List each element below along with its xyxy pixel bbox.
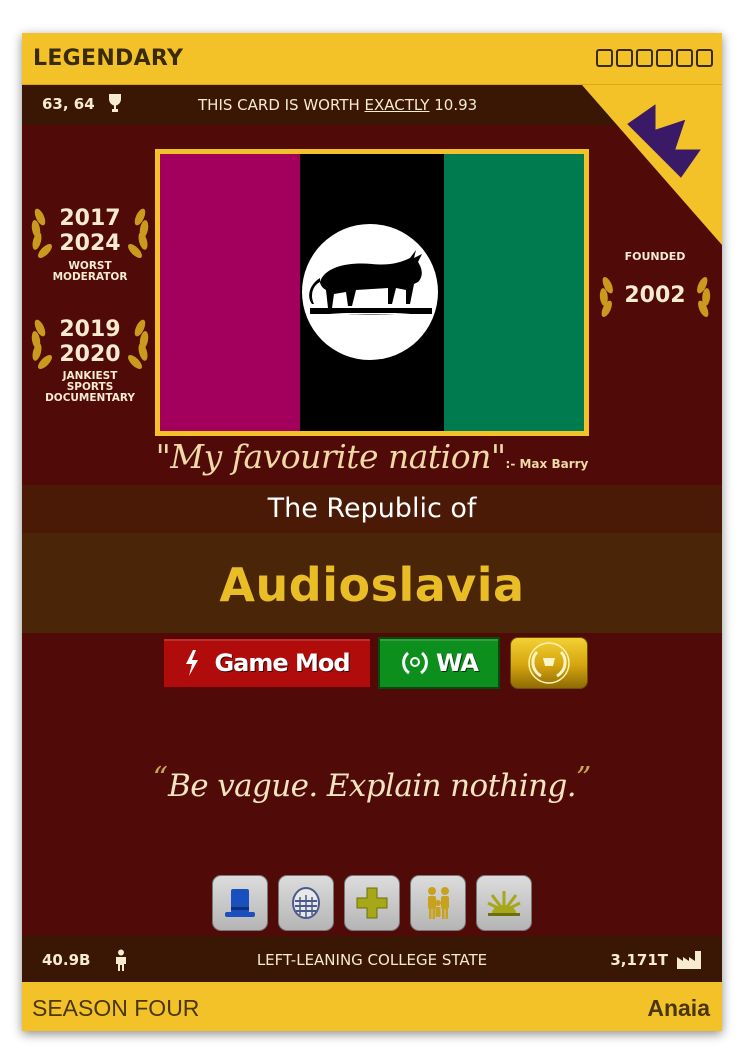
nation-card: LEGENDARY 63, 64 THIS CARD IS WORTH EXAC… — [22, 33, 722, 1031]
card-worth: THIS CARD IS WORTH EXACTLY 10.93 — [198, 96, 477, 114]
name-band: Audioslavia — [22, 533, 722, 633]
nation-pretitle: The Republic of — [267, 493, 477, 524]
game-mod-label: Game Mod — [214, 649, 350, 677]
game-mod-badge[interactable]: Game Mod — [162, 637, 372, 689]
badge-year: 2024 — [59, 231, 121, 256]
badge-year: 2020 — [59, 342, 121, 367]
badge-label: DOCUMENTARY — [45, 392, 135, 404]
sunrise-icon — [487, 891, 521, 916]
worth-value: 10.93 — [434, 96, 478, 114]
nation-motto: Be vague. Explain nothing. — [168, 768, 577, 804]
card-rank: 63, 64 — [42, 95, 95, 113]
award-badge-jankiest-sports-documentary: 2019 2020 JANKIEST SPORTS DOCUMENTARY — [26, 312, 154, 422]
founded-label: FOUNDED — [624, 250, 686, 263]
nation-flag — [160, 154, 584, 431]
policy-family[interactable] — [410, 875, 466, 931]
rarity-box — [656, 49, 673, 67]
policy-sunrise[interactable] — [476, 875, 532, 931]
award-badge-worst-moderator: 2017 2024 WORST MODERATOR — [26, 201, 154, 293]
stats-row: 40.9B LEFT-LEANING COLLEGE STATE 3,171T — [22, 936, 722, 982]
rarity-box — [596, 49, 613, 67]
worth-prefix: THIS CARD IS WORTH — [198, 96, 360, 114]
stadium-icon — [292, 887, 320, 919]
family-icon — [428, 887, 449, 919]
lightning-icon — [186, 650, 199, 676]
motto-line: “Be vague. Explain nothing.” — [22, 761, 722, 804]
rarity-box — [636, 49, 653, 67]
region-link[interactable]: Anaia — [647, 995, 710, 1022]
badge-year: 2019 — [59, 317, 121, 342]
rarity-bar: LEGENDARY — [22, 33, 722, 85]
gdp-value: 3,171T — [610, 951, 668, 969]
close-quote-mark: ” — [575, 761, 592, 796]
rarity-box — [616, 49, 633, 67]
rarity-label: LEGENDARY — [33, 46, 184, 71]
medical-cross-icon — [356, 887, 388, 919]
badge-year: 2017 — [59, 206, 121, 231]
favourite-quote: "My favourite nation" — [155, 437, 506, 476]
policy-medical[interactable] — [344, 875, 400, 931]
favourite-quote-line: "My favourite nation":- Max Barry — [22, 437, 722, 476]
trophy-icon — [109, 94, 121, 112]
founded-year: 2002 — [624, 283, 686, 308]
policy-top-hat[interactable] — [212, 875, 268, 931]
flag-frame — [155, 149, 589, 436]
season-bar: SEASON FOUR Anaia — [22, 982, 722, 1031]
rarity-box — [676, 49, 693, 67]
wa-badge[interactable]: WA — [378, 637, 500, 689]
factory-icon — [677, 951, 701, 969]
founded-badge: FOUNDED 2002 — [592, 247, 718, 327]
policy-stadium[interactable] — [278, 875, 334, 931]
season-label: SEASON FOUR — [32, 995, 200, 1021]
wa-laurel-icon — [402, 651, 428, 675]
gold-laurel-icon — [528, 642, 570, 684]
quote-author: :- Max Barry — [505, 457, 589, 471]
pretitle-band: The Republic of — [22, 485, 722, 533]
worth-emphasis: EXACTLY — [364, 96, 430, 114]
rarity-box — [696, 49, 713, 67]
nation-name: Audioslavia — [219, 558, 525, 612]
open-quote-mark: “ — [152, 761, 169, 796]
wa-label: WA — [436, 649, 479, 677]
badge-label: MODERATOR — [52, 271, 128, 283]
trophy-badge[interactable] — [510, 637, 588, 689]
rarity-boxes — [596, 49, 713, 67]
top-hat-icon — [225, 889, 255, 917]
